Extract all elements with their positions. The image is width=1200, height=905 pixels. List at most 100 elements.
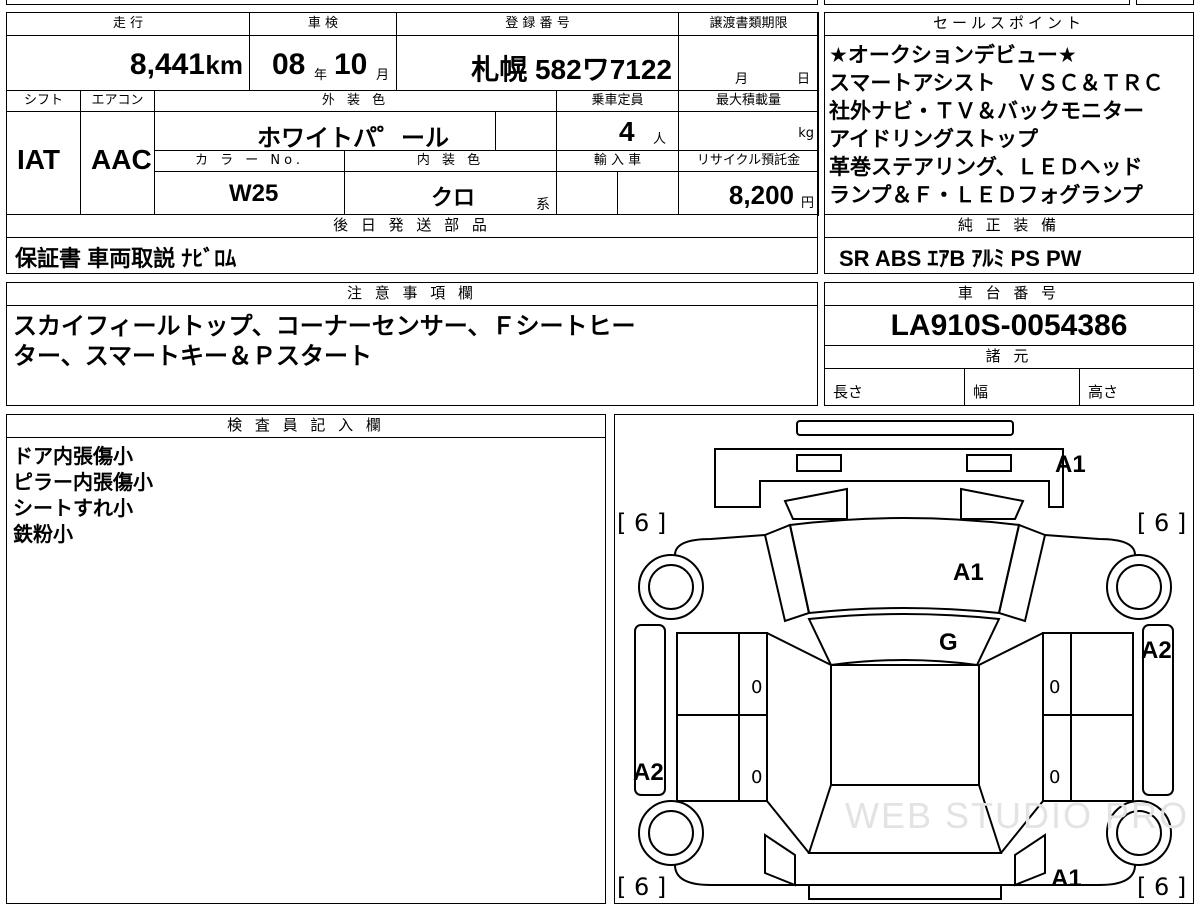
mileage-header: 走 行	[6, 12, 250, 36]
door-mark-front-right: 0	[1049, 677, 1061, 698]
sales-points-box: セールスポイント ★オークションデビュー★ スマートアシスト ＶＳＣ＆ＴＲＣ 社…	[824, 12, 1194, 215]
notes-line: スカイフィールトップ、コーナーセンサー、Ｆシートヒー	[13, 312, 636, 340]
genuine-equipment-header: 純 正 装 備	[824, 214, 1194, 238]
later-parts-value: 保証書 車両取説 ﾅﾋﾞﾛﾑ	[15, 246, 237, 271]
mileage-value: 8,441	[129, 48, 205, 81]
color-no-value: W25	[229, 180, 279, 207]
recycle-cell: 8,200 円	[678, 171, 819, 216]
transfer-day-unit: 日	[796, 72, 810, 87]
sales-point-line: アイドリングストップ	[829, 127, 1038, 151]
transfer-month-unit: 月	[735, 72, 749, 87]
inspector-line: ドア内張傷小	[13, 444, 133, 468]
later-parts-box: 後 日 発 送 部 品 保証書 車両取説 ﾅﾋﾞﾛﾑ	[6, 214, 818, 274]
sales-points-header: セールスポイント	[824, 12, 1194, 36]
specs-header: 諸 元	[824, 345, 1194, 369]
later-parts-header: 後 日 発 送 部 品	[6, 214, 818, 238]
shaken-year: 08	[272, 48, 306, 81]
shaken-month: 10	[334, 48, 368, 81]
damage-mark-right-side: A2	[1141, 637, 1172, 664]
spec-height-cell: 高さ	[1079, 368, 1194, 406]
shaken-cell: 08 年 10 月	[249, 35, 397, 91]
spec-width-label: 幅	[973, 383, 989, 401]
inspector-line: ピラー内張傷小	[13, 470, 153, 494]
tire-front-right: [ 6 ]	[1137, 509, 1187, 537]
registration-number: 札幌 582ワ7122	[471, 54, 672, 85]
sales-point-line: スマートアシスト ＶＳＣ＆ＴＲＣ	[829, 71, 1164, 95]
recycle-value: 8,200	[728, 180, 794, 210]
import-cell-a	[556, 171, 618, 216]
ext-color-cell: ホワイトパ゜ール	[154, 111, 496, 152]
color-no-cell: W25	[154, 171, 345, 216]
tire-tread-value: 6	[634, 873, 650, 901]
damage-mark-hood: A1	[953, 559, 984, 586]
capacity-unit: 人	[653, 132, 667, 147]
inspector-line: 鉄粉小	[13, 522, 73, 546]
notes-header: 注 意 事 項 欄	[6, 282, 818, 306]
ext-color-header: 外 装 色	[154, 90, 557, 112]
tire-rear-left: [ 6 ]	[617, 873, 667, 901]
chassis-number: LA910S-0054386	[890, 309, 1128, 342]
inspector-notes: ドア内張傷小 ピラー内張傷小 シートすれ小 鉄粉小	[13, 443, 153, 547]
tire-rear-right: [ 6 ]	[1137, 873, 1187, 901]
import-cell-b	[617, 171, 679, 216]
sales-point-line: 革巻ステアリング、ＬＥＤヘッド	[829, 155, 1143, 179]
sales-point-line: 社外ナビ・ＴＶ＆バックモニター	[829, 99, 1144, 123]
damage-mark-front-right: A1	[1055, 451, 1086, 478]
notes-box: 注 意 事 項 欄 スカイフィールトップ、コーナーセンサー、Ｆシートヒー ター、…	[6, 282, 818, 406]
tire-tread-value: 6	[634, 509, 650, 537]
notes-text: スカイフィールトップ、コーナーセンサー、Ｆシートヒー ター、スマートキー＆Ｐスタ…	[13, 311, 813, 371]
inspector-box: 検 査 員 記 入 欄 ドア内張傷小 ピラー内張傷小 シートすれ小 鉄粉小	[6, 414, 606, 904]
transfer-cell: 月 日	[678, 35, 819, 91]
int-color-cell: クロ 系	[344, 171, 557, 216]
int-color-unit: 系	[536, 197, 550, 213]
recycle-unit: 円	[800, 196, 814, 211]
shift-header: シフト	[6, 90, 81, 112]
spec-length-label: 長さ	[833, 383, 864, 401]
top-strip	[6, 0, 1194, 5]
shaken-year-unit: 年	[314, 68, 328, 83]
capacity-header: 乗車定員	[556, 90, 679, 112]
int-color-value: クロ	[431, 185, 476, 210]
shift-value: IAT	[17, 144, 61, 175]
int-color-header: 内 装 色	[344, 150, 557, 172]
spec-height-label: 高さ	[1088, 383, 1119, 401]
tire-front-left: [ 6 ]	[617, 509, 667, 537]
transfer-header: 譲渡書類期限	[678, 12, 819, 36]
inspector-line: シートすれ小	[13, 496, 133, 520]
shaken-header: 車 検	[249, 12, 397, 36]
max-load-cell: kg	[678, 111, 819, 151]
inspector-header: 検 査 員 記 入 欄	[6, 414, 606, 438]
shaken-month-unit: 月	[376, 68, 390, 83]
watermark: WEB STUDIO PRO	[845, 795, 1190, 836]
mileage-unit: km	[205, 50, 243, 80]
ac-header: エアコン	[80, 90, 155, 112]
genuine-equipment-value: SR ABS ｴｱB ｱﾙﾐ PS PW	[839, 246, 1082, 271]
door-mark-front-left: 0	[751, 677, 763, 698]
damage-mark-left-side: A2	[633, 759, 664, 786]
genuine-equipment-box: 純 正 装 備 SR ABS ｴｱB ｱﾙﾐ PS PW	[824, 214, 1194, 274]
damage-mark-roof: G	[939, 629, 958, 656]
notes-line: ター、スマートキー＆Ｐスタート	[13, 342, 373, 370]
tire-tread-value: 6	[1154, 509, 1170, 537]
max-load-unit: kg	[798, 126, 814, 141]
mileage-cell: 8,441 km	[6, 35, 250, 91]
ac-cell: AAC	[80, 111, 155, 216]
capacity-cell: 4 人	[556, 111, 679, 151]
door-mark-rear-right: 0	[1049, 767, 1061, 788]
tire-tread-value: 6	[1154, 873, 1170, 901]
chassis-box: 車 台 番 号 LA910S-0054386 諸 元 長さ 幅 高さ	[824, 282, 1194, 406]
door-mark-rear-left: 0	[751, 767, 763, 788]
sales-points-list: ★オークションデビュー★ スマートアシスト ＶＳＣ＆ＴＲＣ 社外ナビ・ＴＶ＆バッ…	[829, 41, 1193, 209]
ac-value: AAC	[91, 144, 152, 175]
registration-cell: 札幌 582ワ7122	[396, 35, 679, 91]
shift-cell: IAT	[6, 111, 81, 216]
recycle-header: リサイクル預託金	[678, 150, 819, 172]
damage-mark-rear-right: A1	[1051, 865, 1082, 892]
max-load-header: 最大積載量	[678, 90, 819, 112]
spec-width-cell: 幅	[964, 368, 1080, 406]
import-header: 輸 入 車	[556, 150, 679, 172]
spec-length-cell: 長さ	[824, 368, 965, 406]
ext-color-value: ホワイトパ゜ール	[257, 125, 449, 152]
sales-point-line: ランプ＆Ｆ・ＬＥＤフォグランプ	[829, 183, 1143, 207]
ext-color-extra-cell	[495, 111, 557, 151]
